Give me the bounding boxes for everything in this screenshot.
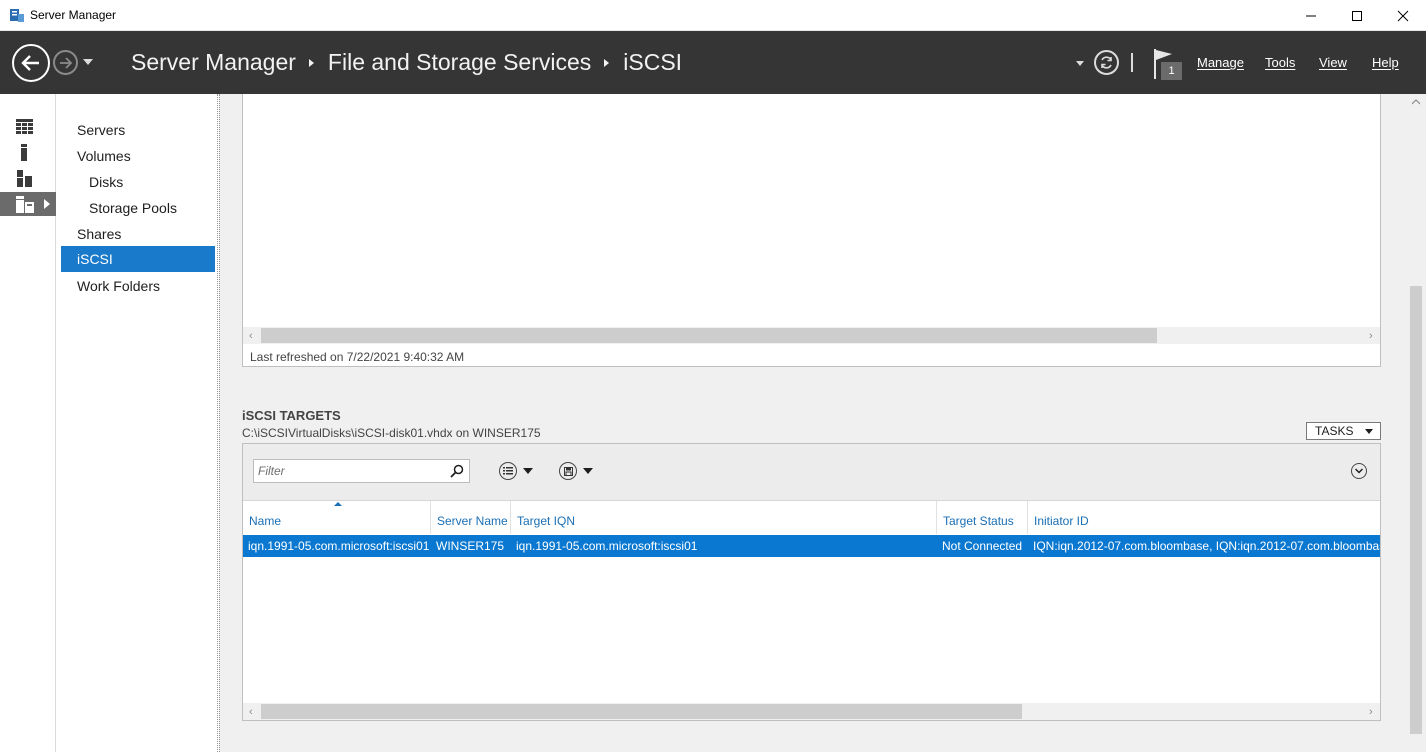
back-button[interactable] bbox=[12, 44, 50, 82]
window-title: Server Manager bbox=[30, 8, 117, 22]
header-divider bbox=[1131, 53, 1133, 72]
close-button[interactable] bbox=[1380, 0, 1426, 31]
column-header-name[interactable]: Name bbox=[243, 501, 431, 534]
scroll-right-icon[interactable]: › bbox=[1369, 330, 1373, 342]
save-icon bbox=[559, 462, 577, 480]
last-refreshed-text: Last refreshed on 7/22/2021 9:40:32 AM bbox=[250, 350, 465, 364]
server-manager-app-icon bbox=[10, 9, 24, 22]
column-header-target-iqn[interactable]: Target IQN bbox=[511, 501, 937, 534]
title-bar: Server Manager bbox=[0, 0, 1426, 31]
cell-target-iqn: iqn.1991-05.com.microsoft:iscsi01 bbox=[516, 539, 698, 553]
breadcrumb-file-storage[interactable]: File and Storage Services bbox=[328, 49, 591, 76]
scroll-up-icon[interactable] bbox=[1412, 99, 1420, 105]
tasks-label: TASKS bbox=[1315, 424, 1354, 438]
table-row[interactable]: iqn.1991-05.com.microsoft:iscsi01 WINSER… bbox=[243, 535, 1380, 557]
tasks-button[interactable]: TASKS bbox=[1306, 422, 1381, 440]
vertical-scroll-thumb[interactable] bbox=[1410, 286, 1422, 734]
scroll-right-icon[interactable]: › bbox=[1369, 706, 1373, 718]
rail-all-servers[interactable] bbox=[0, 166, 56, 190]
breadcrumb-separator-icon bbox=[308, 58, 314, 67]
targets-toolbar: Filter bbox=[243, 444, 1380, 501]
nav-item-shares[interactable]: Shares bbox=[61, 221, 215, 247]
nav-item-servers[interactable]: Servers bbox=[61, 117, 215, 143]
cell-server-name: WINSER175 bbox=[436, 539, 505, 553]
chevron-down-icon bbox=[523, 468, 533, 474]
maximize-button[interactable] bbox=[1334, 0, 1380, 31]
menu-help[interactable]: Help bbox=[1372, 55, 1399, 70]
targets-horizontal-scroll-thumb[interactable] bbox=[261, 704, 1022, 719]
forward-arrow-icon bbox=[59, 56, 72, 69]
rail-local-server[interactable] bbox=[0, 140, 56, 164]
filter-input[interactable]: Filter bbox=[253, 459, 470, 483]
nav-item-iscsi[interactable]: iSCSI bbox=[61, 246, 215, 272]
close-icon bbox=[1397, 10, 1409, 21]
search-icon[interactable] bbox=[450, 464, 464, 478]
nav-item-volumes[interactable]: Volumes bbox=[61, 143, 215, 169]
targets-panel: Filter Name Server Name Target IQN Targe… bbox=[242, 443, 1381, 721]
section-title: iSCSI TARGETS bbox=[242, 408, 341, 423]
query-options-button[interactable] bbox=[499, 461, 533, 481]
scroll-left-icon[interactable]: ‹ bbox=[249, 706, 253, 718]
breadcrumb-iscsi[interactable]: iSCSI bbox=[623, 49, 682, 76]
minimize-button[interactable] bbox=[1288, 0, 1334, 31]
cell-initiator-id: IQN:iqn.2012-07.com.bloombase, IQN:iqn.2… bbox=[1033, 539, 1380, 553]
breadcrumb-separator-icon bbox=[604, 58, 610, 67]
navigation-pane: Servers Volumes Disks Storage Pools Shar… bbox=[58, 94, 218, 752]
rail-dashboard[interactable] bbox=[0, 114, 56, 138]
notification-count-badge: 1 bbox=[1161, 62, 1182, 80]
expand-arrow-icon bbox=[44, 199, 50, 209]
nav-item-work-folders[interactable]: Work Folders bbox=[61, 273, 215, 299]
tasks-dropdown-icon bbox=[1365, 429, 1373, 434]
menu-manage[interactable]: Manage bbox=[1197, 55, 1244, 70]
filter-placeholder: Filter bbox=[258, 464, 285, 478]
column-header-server-name[interactable]: Server Name bbox=[431, 501, 511, 534]
breadcrumb-dropdown-icon[interactable] bbox=[1076, 61, 1084, 66]
cell-target-status: Not Connected bbox=[942, 539, 1023, 553]
minimize-icon bbox=[1306, 15, 1316, 16]
expand-button[interactable] bbox=[1351, 463, 1367, 479]
refresh-icon bbox=[1101, 56, 1112, 69]
breadcrumb: Server Manager File and Storage Services… bbox=[131, 49, 682, 76]
targets-horizontal-scrollbar[interactable]: ‹ › bbox=[243, 703, 1380, 720]
section-subtitle: C:\iSCSIVirtualDisks\iSCSI-disk01.vhdx o… bbox=[242, 426, 541, 440]
nav-item-disks[interactable]: Disks bbox=[61, 169, 215, 195]
top-panel: ‹ › bbox=[242, 94, 1381, 367]
chevron-down-icon bbox=[583, 468, 593, 474]
list-options-icon bbox=[499, 462, 517, 480]
column-header-target-status[interactable]: Target Status bbox=[937, 501, 1028, 534]
all-servers-icon bbox=[17, 169, 32, 187]
local-server-icon bbox=[21, 143, 27, 161]
refresh-button[interactable] bbox=[1094, 50, 1119, 75]
save-query-button[interactable] bbox=[559, 461, 593, 481]
left-icon-rail bbox=[0, 94, 56, 752]
back-arrow-icon bbox=[21, 55, 39, 71]
sort-ascending-icon bbox=[334, 502, 342, 506]
history-dropdown-icon[interactable] bbox=[83, 59, 93, 65]
menu-view[interactable]: View bbox=[1319, 55, 1347, 70]
top-horizontal-scrollbar[interactable]: ‹ › bbox=[243, 327, 1380, 344]
vertical-scrollbar[interactable] bbox=[1407, 94, 1425, 752]
menu-tools[interactable]: Tools bbox=[1265, 55, 1295, 70]
scroll-left-icon[interactable]: ‹ bbox=[249, 330, 253, 342]
file-storage-icon bbox=[16, 195, 34, 213]
maximize-icon bbox=[1352, 10, 1362, 21]
forward-button[interactable] bbox=[53, 50, 78, 75]
column-header-initiator-id[interactable]: Initiator ID bbox=[1028, 501, 1380, 534]
cell-name: iqn.1991-05.com.microsoft:iscsi01 bbox=[248, 539, 430, 553]
nav-item-storage-pools[interactable]: Storage Pools bbox=[61, 195, 215, 221]
header-bar: Server Manager File and Storage Services… bbox=[0, 31, 1426, 94]
top-horizontal-scroll-thumb[interactable] bbox=[261, 328, 1157, 343]
chevron-down-icon bbox=[1355, 468, 1363, 474]
rail-file-storage[interactable] bbox=[0, 192, 56, 216]
breadcrumb-server-manager[interactable]: Server Manager bbox=[131, 49, 296, 76]
dashboard-icon bbox=[16, 118, 33, 134]
